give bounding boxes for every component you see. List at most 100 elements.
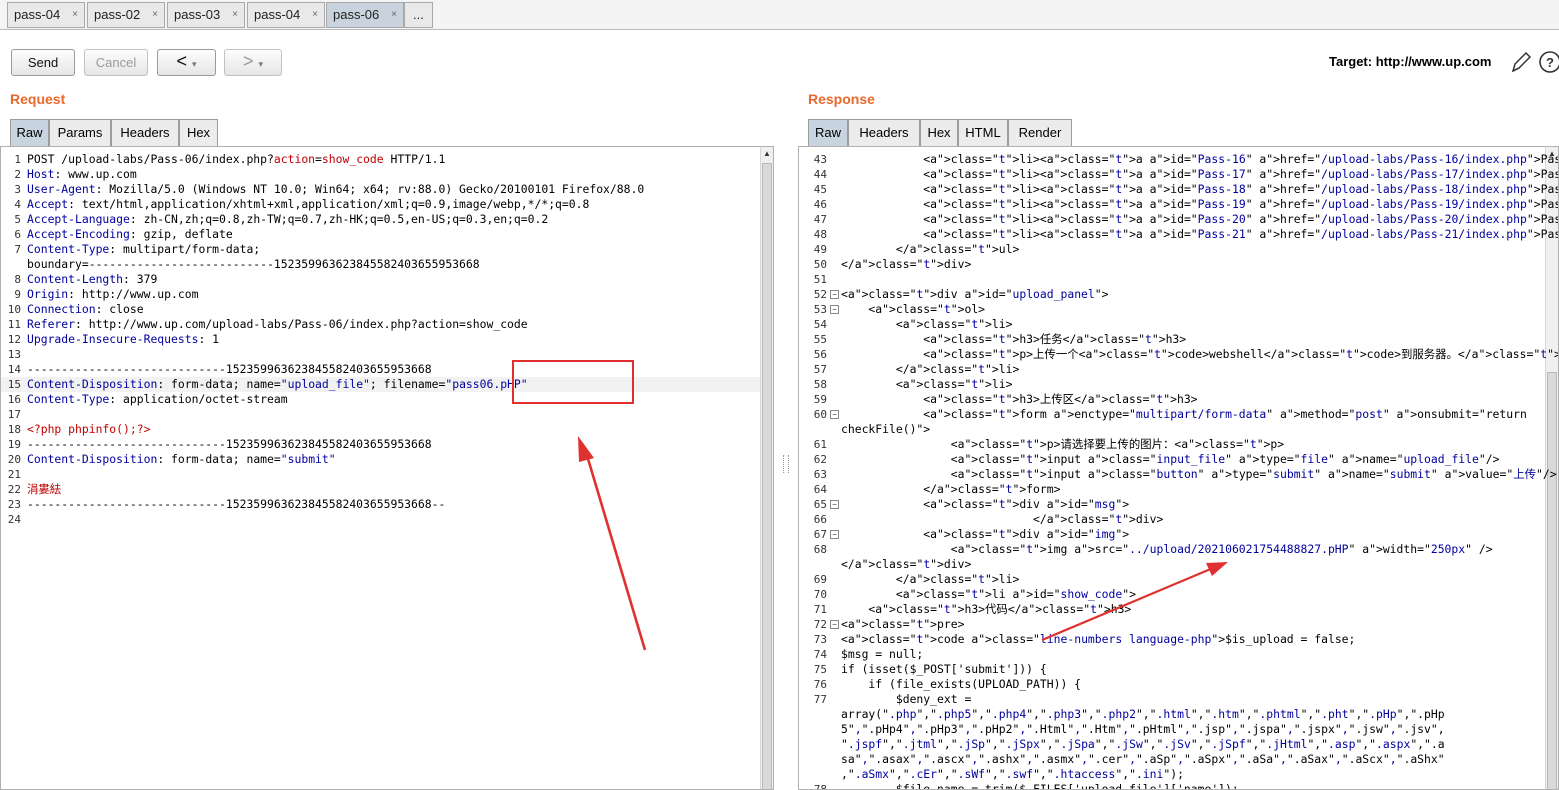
response-line: ,".aSmx",".cEr",".sWf",".swf",".htaccess… [841,767,1184,781]
tab-headers[interactable]: Headers [111,119,179,146]
line-number: 15 [7,378,21,391]
response-line: <a">class="t">pre> [841,617,965,631]
line-number: 57 [813,363,827,376]
tab-label: pass-03 [174,7,221,22]
fold-toggle-icon[interactable]: − [830,410,839,419]
response-line: array(".php",".php5",".php4",".php3",".p… [841,707,1445,721]
response-line: if (isset($_POST['submit'])) { [841,662,1047,676]
request-line: <?php phpinfo();?> [27,422,151,436]
request-line: Content-Type: multipart/form-data; [27,242,261,256]
fold-toggle-icon[interactable]: − [830,500,839,509]
scroll-thumb[interactable] [1547,372,1557,789]
line-number: 9 [14,288,21,301]
repeater-tab-pass-04[interactable]: pass-04 × [7,2,85,28]
request-line: Content-Disposition: form-data; name="su… [27,452,336,466]
send-button[interactable]: Send [11,49,75,76]
line-number: 62 [813,453,827,466]
fold-toggle-icon[interactable]: − [830,620,839,629]
forward-button[interactable]: > ▾ [224,49,282,76]
chevron-down-icon[interactable]: ▾ [192,59,197,69]
chevron-right-icon: > [242,51,254,71]
tab-params[interactable]: Params [49,119,111,146]
response-line: if (file_exists(UPLOAD_PATH)) { [841,677,1082,691]
tab-render[interactable]: Render [1008,119,1072,146]
line-number: 52 [813,288,827,301]
line-number: 71 [813,603,827,616]
line-number: 55 [813,333,827,346]
tab-hex[interactable]: Hex [179,119,218,146]
tab-html[interactable]: HTML [958,119,1008,146]
request-line: boundary=---------------------------1523… [27,257,480,271]
tab-label: pass-02 [94,7,141,22]
line-number: 47 [813,213,827,226]
line-number: 54 [813,318,827,331]
line-number [799,707,827,722]
back-button[interactable]: < ▾ [157,49,216,76]
tab-label: pass-06 [333,7,380,22]
line-number: 50 [813,258,827,271]
drag-handle[interactable] [783,455,789,473]
line-number: 12 [7,333,21,346]
response-line: <a">class="t">form a">enctype="multipart… [841,407,1527,421]
fold-toggle-icon[interactable]: − [830,290,839,299]
line-number: 6 [14,228,21,241]
cancel-button[interactable]: Cancel [84,49,148,76]
line-number: 44 [813,168,827,181]
request-line: 涓婁紶 [27,482,62,496]
annotation-box [512,360,634,404]
line-number: 24 [7,513,21,526]
response-line: <a">class="t">h3>上传区</a">class="t">h3> [841,392,1198,406]
line-number: 78 [813,783,827,790]
response-line: <a">class="t">h3>代码</a">class="t">h3> [841,602,1132,616]
scroll-up-icon[interactable]: ▲ [763,149,771,158]
repeater-tab-pass-02[interactable]: pass-02 × [87,2,165,28]
chevron-down-icon[interactable]: ▾ [259,59,264,69]
response-line: 5",".pHp4",".pHp3",".pHp2",".Html",".Htm… [841,722,1445,736]
line-number: 65 [813,498,827,511]
tab-hex[interactable]: Hex [920,119,958,146]
response-line: <a">class="t">div a">id="upload_panel"> [841,287,1109,301]
repeater-tab-new[interactable]: ... [404,2,433,28]
tab-raw[interactable]: Raw [808,119,848,146]
line-number: 22 [7,483,21,496]
scroll-thumb[interactable] [762,163,772,789]
line-number: 75 [813,663,827,676]
line-number: 4 [14,198,21,211]
tab-raw[interactable]: Raw [10,119,49,146]
repeater-tab-pass-04b[interactable]: pass-04 × [247,2,325,28]
line-number: 13 [7,348,21,361]
close-icon[interactable]: × [391,3,397,27]
fold-toggle-icon[interactable]: − [830,530,839,539]
help-icon[interactable]: ? [1537,50,1559,74]
line-number: 48 [813,228,827,241]
response-line: ".jspf",".jtml",".jSp",".jSpx",".jSpa","… [841,737,1445,751]
request-editor[interactable]: ▲ 1 POST /upload-labs/Pass-06/index.php?a… [0,146,774,790]
repeater-tab-pass-03[interactable]: pass-03 × [167,2,245,28]
line-number [799,722,827,737]
line-number: 70 [813,588,827,601]
line-number: 72 [813,618,827,631]
line-number: 1 [14,153,21,166]
split-divider[interactable] [780,80,792,790]
line-number [799,752,827,767]
request-line: -----------------------------15235996362… [27,437,432,451]
repeater-tab-pass-06[interactable]: pass-06 × [326,2,404,28]
response-line: <a">class="t">li> [841,317,1013,331]
close-icon[interactable]: × [152,3,158,27]
line-number: 23 [7,498,21,511]
response-line: <a">class="t">div a">id="msg"> [841,497,1130,511]
pencil-icon[interactable] [1510,50,1532,74]
fold-toggle-icon[interactable]: − [830,305,839,314]
close-icon[interactable]: × [232,3,238,27]
response-line: $deny_ext = [841,692,972,706]
close-icon[interactable]: × [312,3,318,27]
response-title: Response [808,91,875,107]
response-line: <a">class="t">input a">class="input_file… [841,452,1500,466]
line-number: 69 [813,573,827,586]
request-scrollbar[interactable]: ▲ [760,147,773,789]
response-editor[interactable]: ▲ 43 <a">class="t">li><a">class="t">a a"… [798,146,1559,790]
line-number: 76 [813,678,827,691]
response-line: <a">class="t">p>上传一个<a">class="t">code>w… [841,347,1558,361]
close-icon[interactable]: × [72,3,78,27]
tab-headers[interactable]: Headers [848,119,920,146]
